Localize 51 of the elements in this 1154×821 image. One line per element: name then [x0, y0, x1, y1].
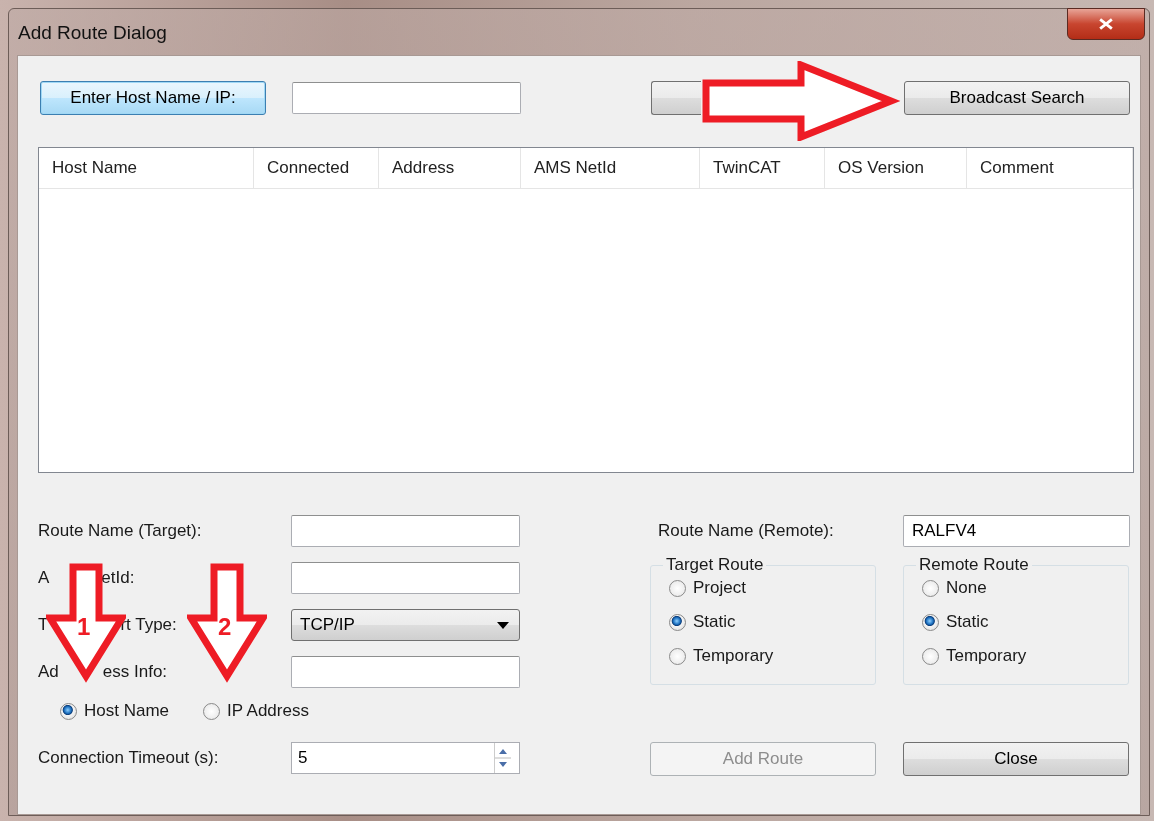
radio-label: Static [693, 612, 736, 632]
timeout-spin-field[interactable]: 5 [291, 742, 520, 774]
radio-button[interactable] [922, 613, 939, 631]
column-header[interactable]: OS Version [825, 148, 967, 188]
radio-button[interactable] [203, 702, 221, 720]
group-title: Remote Route [918, 555, 1030, 575]
group-title: Target Route [665, 555, 765, 575]
field-label: ess Info: [102, 662, 168, 682]
field-label: T [38, 615, 49, 635]
column-header[interactable]: Connected [254, 148, 379, 188]
field-label: Route Name (Target): [38, 521, 202, 541]
button[interactable] [651, 81, 701, 115]
radio-label: Host Name [84, 701, 170, 721]
text-field[interactable] [291, 515, 520, 547]
radio-button[interactable] [669, 579, 686, 597]
arrow-number: 2 [218, 615, 232, 639]
field-label: etId: [101, 568, 135, 588]
broadcast-search-button[interactable]: Broadcast Search [904, 81, 1130, 115]
radio-label: Temporary [693, 646, 774, 666]
text-field[interactable] [291, 656, 520, 688]
radio-button[interactable] [669, 613, 686, 631]
radio-button[interactable] [922, 579, 939, 597]
caret-icon [497, 621, 509, 629]
radio-label: IP Address [227, 701, 309, 721]
radio-button[interactable] [669, 647, 686, 665]
radio-label: Static [946, 612, 989, 632]
column-header[interactable]: TwinCAT [700, 148, 825, 188]
column-header[interactable]: Address [379, 148, 521, 188]
radio-label: Temporary [946, 646, 1027, 666]
host-input-field[interactable] [292, 82, 521, 114]
field-label: Ad [38, 662, 59, 682]
column-header[interactable]: AMS NetId [521, 148, 700, 188]
radio-button[interactable] [922, 647, 939, 665]
text-field[interactable] [291, 562, 520, 594]
transport-dropdown[interactable]: TCP/IP [291, 609, 520, 641]
field-label: Connection Timeout (s): [38, 748, 220, 768]
enter-host-button[interactable]: Enter Host Name / IP: [40, 81, 266, 115]
arrow-number: 1 [77, 615, 91, 639]
remote-name-field[interactable]: RALFV4 [903, 515, 1130, 547]
column-header[interactable]: Comment [967, 148, 1133, 188]
field-label: A [38, 568, 50, 588]
close-icon [1099, 18, 1113, 30]
window-title: Add Route Dialog [18, 22, 167, 44]
field-label: Route Name (Remote): [658, 521, 835, 541]
close-button[interactable] [1067, 8, 1145, 40]
radio-label: None [946, 578, 987, 598]
radio-label: Project [693, 578, 746, 598]
route-action-button[interactable]: Close [903, 742, 1129, 776]
spinner-arrows-icon[interactable] [494, 743, 511, 773]
radio-button[interactable] [60, 702, 77, 720]
column-header[interactable]: Host Name [39, 148, 254, 188]
